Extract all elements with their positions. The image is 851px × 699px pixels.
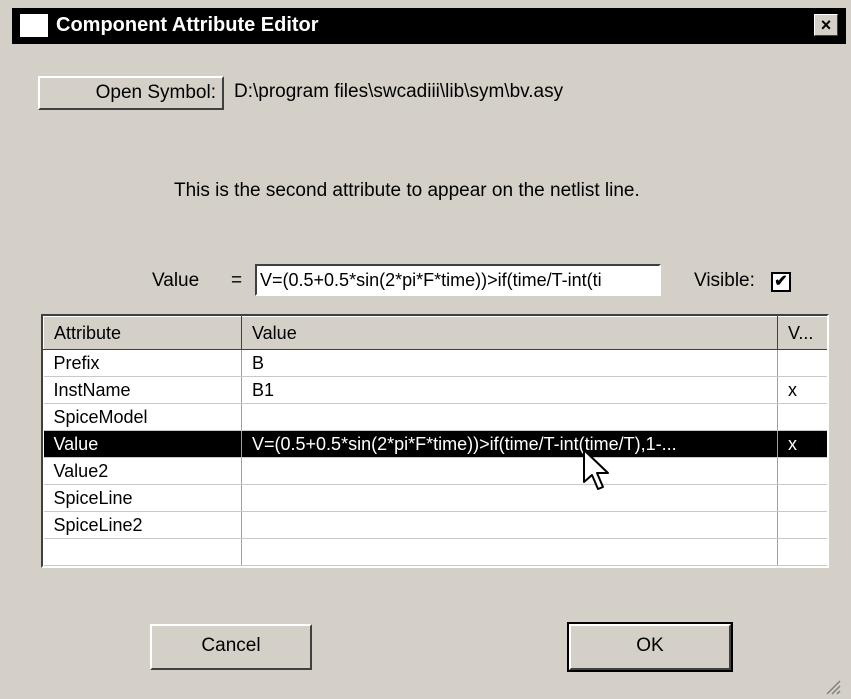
value-cell[interactable]: B bbox=[241, 349, 778, 377]
header-value[interactable]: Value bbox=[241, 316, 778, 350]
visible-cell[interactable] bbox=[777, 538, 827, 566]
value-cell[interactable] bbox=[241, 457, 778, 485]
attribute-cell[interactable]: SpiceLine bbox=[43, 484, 242, 512]
table-row[interactable]: InstName B1 x bbox=[43, 376, 827, 404]
visible-cell[interactable] bbox=[777, 457, 827, 485]
equals-sign: = bbox=[231, 270, 243, 291]
attribute-cell[interactable] bbox=[43, 538, 242, 566]
value-cell[interactable] bbox=[241, 511, 778, 539]
table-row[interactable]: SpiceModel bbox=[43, 403, 827, 431]
attribute-description: This is the second attribute to appear o… bbox=[174, 180, 640, 201]
visible-cell[interactable] bbox=[777, 484, 827, 512]
attribute-cell[interactable]: SpiceLine2 bbox=[43, 511, 242, 539]
value-input[interactable]: V=(0.5+0.5*sin(2*pi*F*time))>if(time/T-i… bbox=[255, 264, 661, 296]
attribute-cell[interactable]: InstName bbox=[43, 376, 242, 404]
window-icon bbox=[20, 14, 48, 37]
header-visible[interactable]: V... bbox=[777, 316, 827, 350]
table-row[interactable]: SpiceLine bbox=[43, 484, 827, 512]
cancel-button[interactable]: Cancel bbox=[150, 624, 312, 670]
value-cell[interactable] bbox=[241, 538, 778, 566]
attribute-cell[interactable]: SpiceModel bbox=[43, 403, 242, 431]
value-cell[interactable] bbox=[241, 403, 778, 431]
value-cell[interactable] bbox=[241, 484, 778, 512]
mouse-cursor-icon bbox=[583, 449, 609, 490]
open-symbol-button[interactable]: Open Symbol: bbox=[38, 76, 224, 110]
symbol-path: D:\program files\swcadiii\lib\sym\bv.asy bbox=[234, 81, 564, 102]
value-cell[interactable]: B1 bbox=[241, 376, 778, 404]
visible-cell[interactable] bbox=[777, 349, 827, 377]
value-cell[interactable]: V=(0.5+0.5*sin(2*pi*F*time))>if(time/T-i… bbox=[241, 430, 778, 458]
visible-cell[interactable] bbox=[777, 403, 827, 431]
visible-cell[interactable] bbox=[777, 511, 827, 539]
table-row[interactable]: Value2 bbox=[43, 457, 827, 485]
attribute-cell[interactable]: Value bbox=[43, 430, 242, 458]
title-bar[interactable]: Component Attribute Editor × bbox=[12, 8, 846, 44]
resize-grip-icon[interactable] bbox=[823, 677, 841, 695]
header-attribute[interactable]: Attribute bbox=[43, 316, 242, 350]
dialog-window: Component Attribute Editor × Open Symbol… bbox=[4, 0, 849, 699]
visible-label: Visible: bbox=[694, 270, 755, 291]
visible-cell[interactable]: x bbox=[777, 430, 827, 458]
table-row[interactable]: Prefix B bbox=[43, 349, 827, 377]
window-title: Component Attribute Editor bbox=[56, 14, 319, 36]
table-row-selected[interactable]: Value V=(0.5+0.5*sin(2*pi*F*time))>if(ti… bbox=[43, 430, 827, 458]
attribute-cell[interactable]: Prefix bbox=[43, 349, 242, 377]
value-label: Value bbox=[152, 270, 200, 291]
table-row[interactable]: SpiceLine2 bbox=[43, 511, 827, 539]
attribute-grid[interactable]: Attribute Value V... Prefix B InstName B… bbox=[41, 314, 829, 568]
open-symbol-button-label: Open Symbol: bbox=[95, 82, 216, 103]
close-icon[interactable]: × bbox=[814, 14, 838, 36]
table-row[interactable] bbox=[43, 538, 827, 566]
ok-button[interactable]: OK bbox=[567, 622, 733, 672]
visible-cell[interactable]: x bbox=[777, 376, 827, 404]
visible-checkbox[interactable]: ✔ bbox=[771, 272, 791, 292]
attribute-cell[interactable]: Value2 bbox=[43, 457, 242, 485]
